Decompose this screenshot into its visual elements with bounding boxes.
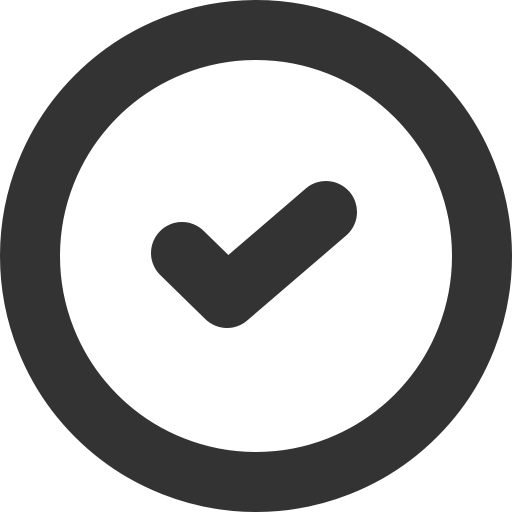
checkmark — [151, 181, 357, 328]
check-circle-icon — [0, 0, 512, 512]
